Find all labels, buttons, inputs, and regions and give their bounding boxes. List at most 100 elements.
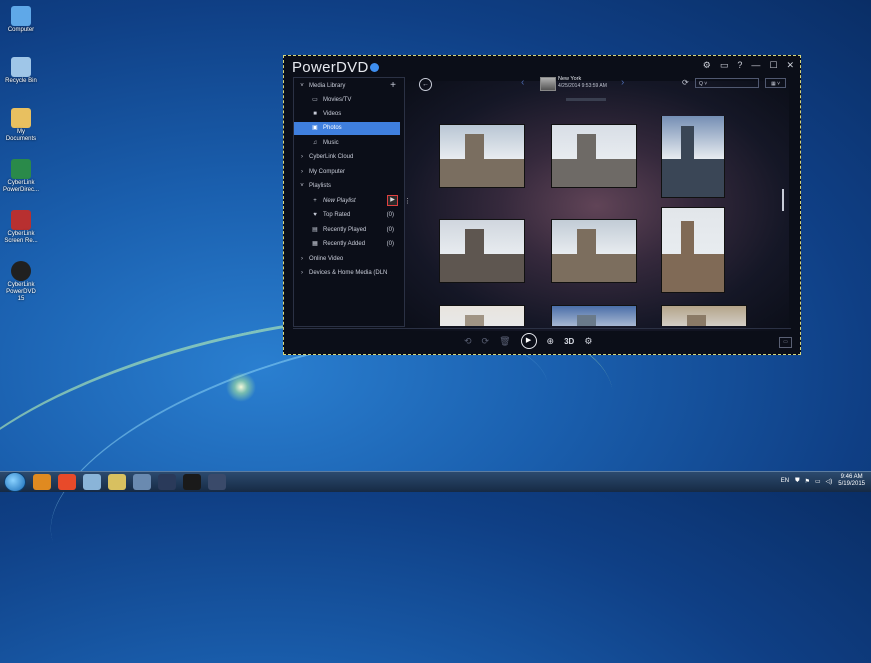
sidebar-item-media-library[interactable]: ˅ Media Library + <box>294 80 400 93</box>
desktop-icon-powerdirector[interactable]: CyberLink PowerDirec... <box>3 159 39 207</box>
rotate-left-icon[interactable]: ⟲ <box>464 336 472 347</box>
chevron-right-icon: › <box>301 169 303 175</box>
close-icon[interactable]: ✕ <box>786 60 794 71</box>
photo-thumbnail[interactable] <box>439 219 525 283</box>
delete-icon[interactable]: 🗑 <box>499 336 510 347</box>
computer-icon <box>11 6 31 26</box>
play-button[interactable]: ▶ <box>520 333 537 349</box>
sidebar-item-playlists[interactable]: ˅ Playlists <box>294 180 400 193</box>
photo-grid <box>439 116 759 326</box>
sidebar-item-top-rated[interactable]: ♥ Top Rated (0) <box>294 209 400 222</box>
language-indicator[interactable]: EN <box>781 478 789 484</box>
taskbar-app-icon[interactable] <box>83 474 101 490</box>
desktop-icon-recycle-bin[interactable]: Recycle Bin <box>3 57 39 105</box>
clock-date: 5/19/2015 <box>838 481 865 487</box>
sidebar-item-movies-tv[interactable]: ▭ Movies/TV <box>294 94 400 107</box>
sidebar: ˅ Media Library + ▭ Movies/TV ■ Videos ▣ Pho… <box>293 77 411 327</box>
desktop-icon-powerdvd[interactable]: CyberLink PowerDVD 15 <box>3 261 39 309</box>
powerdirector-icon <box>11 159 31 179</box>
bottom-divider <box>293 328 791 329</box>
location-name: New York <box>558 76 582 82</box>
desktop-icon-computer[interactable]: Computer <box>3 6 39 54</box>
flag-icon[interactable]: ⚑ <box>805 478 810 485</box>
sidebar-item-recently-played[interactable]: ▤ Recently Played (0) <box>294 224 400 237</box>
search-input[interactable]: Q ˅ <box>695 78 759 88</box>
photo-thumbnail[interactable] <box>551 124 637 188</box>
photo-thumbnail[interactable] <box>661 207 725 293</box>
sidebar-item-photos[interactable]: ▣ Photos <box>294 122 400 135</box>
taskbar-app-icon[interactable] <box>208 474 226 490</box>
maximize-icon[interactable]: ☐ <box>769 60 777 71</box>
sidebar-item-label: Devices & Home Media (DLN <box>309 270 388 276</box>
3d-button[interactable]: 3D <box>564 337 574 346</box>
sidebar-item-recently-added[interactable]: ▦ Recently Added (0) <box>294 238 400 251</box>
plus-icon: + <box>313 198 317 204</box>
screen-recorder-icon <box>11 210 31 230</box>
refresh-icon[interactable]: ⟳ <box>682 78 689 87</box>
taskbar-app-icon[interactable] <box>183 474 201 490</box>
sidebar-item-videos[interactable]: ■ Videos <box>294 108 400 121</box>
taskbar: EN ⛊ ⚑ ▭ ◁) 9:46 AM 5/19/2015 <box>0 471 871 492</box>
desktop-icon-label: CyberLink Screen Re... <box>4 231 38 244</box>
desktop-icon-label: Recycle Bin <box>5 78 37 84</box>
photo-thumbnail[interactable] <box>439 124 525 188</box>
taskbar-app-icon[interactable] <box>33 474 51 490</box>
start-button[interactable] <box>4 472 26 492</box>
help-icon[interactable]: ? <box>737 60 742 71</box>
minimize-icon[interactable]: — <box>751 60 760 71</box>
settings-gear-icon[interactable]: ⚙ <box>584 336 592 347</box>
content-topbar: ← ‹ New York 4/25/2014 9:53:59 AM › ⟳ Q … <box>409 76 789 94</box>
scrollbar[interactable] <box>782 189 784 211</box>
sidebar-item-cyberlink-cloud[interactable]: › CyberLink Cloud <box>294 151 400 164</box>
sidebar-item-new-playlist[interactable]: + New Playlist ▶ ⋮ <box>294 195 411 208</box>
photo-thumbnail[interactable] <box>551 219 637 283</box>
zoom-icon[interactable]: ⊕ <box>547 336 555 347</box>
sidebar-item-label: Music <box>323 140 339 146</box>
taskbar-app-icon[interactable] <box>133 474 151 490</box>
volume-icon[interactable]: ◁) <box>826 478 833 485</box>
taskbar-app-icon[interactable] <box>108 474 126 490</box>
sidebar-item-my-computer[interactable]: › My Computer <box>294 166 400 179</box>
chevron-right-icon: › <box>301 154 303 160</box>
notification-icon[interactable] <box>370 63 379 72</box>
taskbar-app-icon[interactable] <box>158 474 176 490</box>
title-bar: PowerDVD ⚙ ▭ ? — ☐ ✕ <box>290 59 794 77</box>
network-icon[interactable]: ▭ <box>815 478 821 485</box>
rotate-right-icon[interactable]: ⟳ <box>482 336 490 347</box>
more-options-icon[interactable]: ⋮ <box>404 195 411 208</box>
clock[interactable]: 9:46 AM 5/19/2015 <box>838 474 865 488</box>
desktop-icon-label: CyberLink PowerDVD 15 <box>6 282 36 302</box>
item-count: (0) <box>386 227 394 233</box>
desktop-icon-my-documents[interactable]: My Documents <box>3 108 39 156</box>
sidebar-item-online-video[interactable]: › Online Video <box>294 253 400 266</box>
sidebar-item-devices[interactable]: › Devices & Home Media (DLN <box>294 267 400 280</box>
photo-building <box>680 125 695 197</box>
add-icon[interactable]: + <box>390 80 396 92</box>
photo-building <box>680 220 695 292</box>
view-mode-button[interactable]: ▦ ˅ <box>765 78 786 88</box>
photo-building <box>577 315 596 326</box>
photo-building <box>465 229 484 282</box>
photo-thumbnail[interactable] <box>439 305 525 326</box>
minimode-icon[interactable]: ▭ <box>720 60 729 71</box>
photo-thumbnail[interactable] <box>551 305 637 326</box>
minimode-toggle-button[interactable]: ▭ <box>779 337 792 348</box>
recently-played-icon: ▤ <box>312 227 318 233</box>
next-icon[interactable]: › <box>621 77 624 88</box>
desktop-icon-screen-recorder[interactable]: CyberLink Screen Re... <box>3 210 39 258</box>
back-button[interactable]: ← <box>419 78 432 91</box>
window-controls: ⚙ ▭ ? — ☐ ✕ <box>694 60 794 71</box>
sidebar-item-label: Movies/TV <box>323 97 352 103</box>
timeline-indicator <box>566 98 606 101</box>
sidebar-item-music[interactable]: ♫ Music <box>294 137 400 150</box>
taskbar-app-icon[interactable] <box>58 474 76 490</box>
shield-icon[interactable]: ⛊ <box>795 478 800 485</box>
photo-thumbnail[interactable] <box>661 116 725 198</box>
settings-icon[interactable]: ⚙ <box>703 60 711 71</box>
play-playlist-button[interactable]: ▶ <box>387 195 398 206</box>
photo-thumbnail[interactable] <box>661 305 747 326</box>
previous-icon[interactable]: ‹ <box>521 77 524 88</box>
photo-building <box>687 315 706 326</box>
sidebar-item-label: Photos <box>323 125 342 131</box>
wallpaper-flare <box>226 372 256 402</box>
